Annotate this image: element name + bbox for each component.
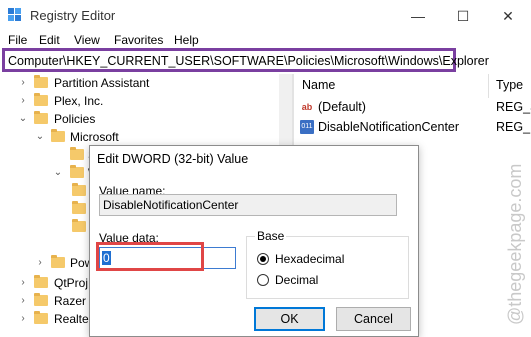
minimize-button[interactable]: —	[395, 0, 441, 32]
chevron-down-icon[interactable]: ⌄	[18, 110, 28, 128]
folder-icon	[34, 75, 48, 88]
address-bar[interactable]: Computer\HKEY_CURRENT_USER\SOFTWARE\Poli…	[2, 48, 489, 72]
string-value-icon: ab	[301, 102, 313, 112]
tree-item-microsoft[interactable]: ⌄ Microsoft	[0, 128, 280, 146]
dialog-title: Edit DWORD (32-bit) Value	[97, 152, 249, 166]
maximize-button[interactable]: ☐	[440, 0, 486, 32]
radio-decimal[interactable]: Decimal	[257, 273, 397, 287]
address-path: Computer\HKEY_CURRENT_USER\SOFTWARE\Poli…	[8, 54, 489, 68]
base-label: Base	[255, 229, 287, 243]
column-divider[interactable]	[488, 74, 489, 98]
tree-item-label: Plex, Inc.	[54, 94, 104, 108]
title-bar: Registry Editor — ☐ ✕	[0, 0, 531, 32]
base-group: Base Hexadecimal Decimal	[246, 229, 409, 299]
folder-icon	[34, 275, 48, 288]
chevron-right-icon[interactable]: ›	[18, 92, 28, 110]
edit-dword-dialog: Edit DWORD (32-bit) Value Value name: Di…	[89, 145, 419, 337]
radio-decimal-label: Decimal	[275, 273, 319, 287]
folder-icon	[51, 255, 65, 268]
radio-unselected-icon	[257, 274, 269, 286]
tree-item-partition-assistant[interactable]: › Partition Assistant	[0, 74, 280, 92]
menu-help[interactable]: Help	[174, 33, 199, 47]
folder-icon	[51, 129, 65, 142]
menu-edit[interactable]: Edit	[39, 33, 60, 47]
tree-item-label: Partition Assistant	[54, 76, 150, 90]
chevron-right-icon[interactable]: ›	[18, 74, 28, 92]
radio-hexadecimal[interactable]: Hexadecimal	[257, 252, 397, 266]
folder-icon	[70, 165, 84, 178]
value-name-field: DisableNotificationCenter	[99, 194, 397, 216]
value-name-text: DisableNotificationCenter	[103, 198, 239, 212]
cancel-button[interactable]: Cancel	[336, 307, 411, 331]
tree-item-label: Microsoft	[70, 130, 119, 144]
folder-icon	[34, 311, 48, 324]
value-row-disablenotificationcenter[interactable]: 011 DisableNotificationCenter REG_D	[294, 118, 531, 136]
ok-button[interactable]: OK	[254, 307, 325, 331]
column-header-name[interactable]: Name	[302, 78, 335, 92]
menu-view[interactable]: View	[74, 33, 100, 47]
chevron-right-icon[interactable]: ›	[18, 274, 28, 292]
value-data-highlight	[96, 242, 204, 271]
chevron-right-icon[interactable]: ›	[35, 254, 45, 272]
folder-icon	[72, 183, 86, 196]
chevron-down-icon[interactable]: ⌄	[53, 164, 63, 182]
watermark: @thegeekpage.com	[505, 163, 525, 325]
tree-item-policies[interactable]: ⌄ Policies	[0, 110, 280, 128]
folder-icon	[34, 293, 48, 306]
binary-value-icon: 011	[300, 120, 314, 134]
tree-item-label: Razer	[54, 294, 87, 308]
chevron-down-icon[interactable]: ⌄	[35, 128, 45, 146]
column-header-type[interactable]: Type	[496, 78, 523, 92]
tree-item-plex[interactable]: › Plex, Inc.	[0, 92, 280, 110]
value-row-default[interactable]: ab (Default) REG_S	[294, 98, 531, 116]
folder-icon	[72, 201, 86, 214]
chevron-right-icon[interactable]: ›	[18, 310, 28, 328]
folder-icon	[34, 111, 48, 124]
registry-editor-icon	[8, 8, 21, 21]
folder-icon	[34, 93, 48, 106]
value-name: (Default)	[318, 100, 366, 114]
close-button[interactable]: ✕	[485, 0, 531, 32]
folder-icon	[72, 219, 86, 232]
radio-hexadecimal-label: Hexadecimal	[275, 252, 345, 266]
menu-favorites[interactable]: Favorites	[114, 33, 163, 47]
value-name: DisableNotificationCenter	[318, 120, 460, 134]
chevron-right-icon[interactable]: ›	[18, 292, 28, 310]
tree-item-label: QtProj	[54, 276, 89, 290]
tree-item-label: Policies	[54, 112, 96, 126]
radio-selected-icon	[257, 253, 269, 265]
window-title: Registry Editor	[30, 8, 116, 23]
menu-file[interactable]: File	[8, 33, 27, 47]
folder-icon	[70, 147, 84, 160]
